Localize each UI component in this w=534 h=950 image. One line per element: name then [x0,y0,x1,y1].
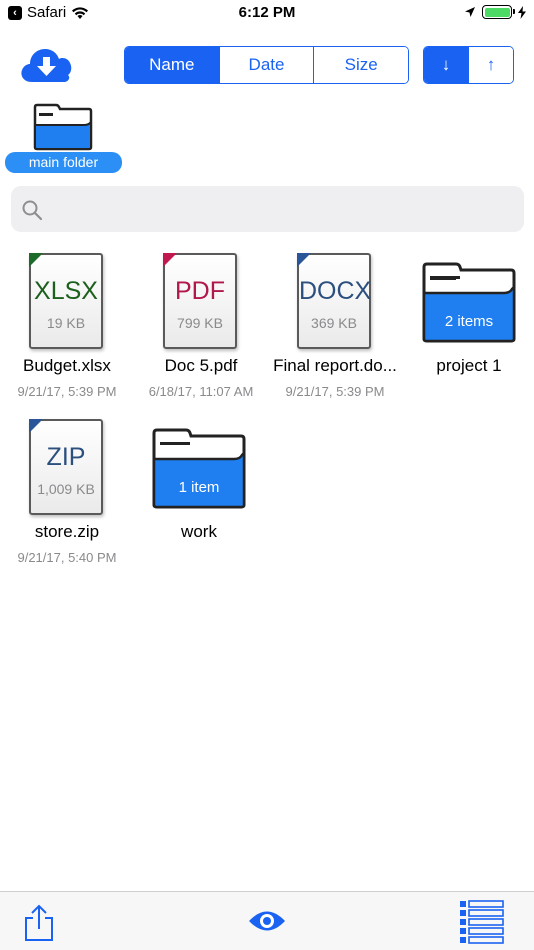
folder-thumbnail: 2 items [402,253,534,353]
location-arrow-icon [465,7,475,17]
cloud-download-button[interactable] [18,44,74,86]
cloud-download-icon [21,49,72,82]
battery-icon [482,5,515,19]
breadcrumb-folder-icon[interactable] [32,103,94,151]
file-ext: XLSX [34,277,98,305]
folder-item-count: 1 item [178,479,220,496]
file-item-final-report[interactable]: DOCX 369 KB Final report.do... 9/21/17, … [268,253,402,413]
list-view-icon[interactable] [458,900,506,944]
file-ext: ZIP [46,443,86,471]
folder-item-count: 2 items [444,313,494,330]
file-thumbnail: XLSX 19 KB [0,253,134,353]
status-bar: ‹ Safari 6:12 PM [0,0,534,28]
folder-icon [152,428,246,509]
folder-item-project-1[interactable]: 2 items project 1 [402,253,534,413]
zip-file-icon: ZIP 1,009 KB [29,419,103,515]
xlsx-file-icon: XLSX 19 KB [29,253,103,349]
file-item-doc5[interactable]: PDF 799 KB Doc 5.pdf 6/18/17, 11:07 AM [134,253,268,413]
file-name: Budget.xlsx [23,356,111,375]
status-right [464,5,526,19]
search-bar [11,186,524,232]
sort-segmented-control: Name Date Size [124,46,409,84]
docx-file-icon: DOCX 369 KB [297,253,371,349]
sort-descending-button[interactable]: ↓ [424,47,469,83]
folder-thumbnail: 1 item [132,419,266,519]
file-item-budget[interactable]: XLSX 19 KB Budget.xlsx 9/21/17, 5:39 PM [0,253,134,413]
file-date: 9/21/17, 5:39 PM [17,384,117,399]
charging-bolt-icon [518,5,526,19]
file-date: 9/21/17, 5:40 PM [17,550,117,565]
folder-name: work [181,522,217,541]
sort-by-name[interactable]: Name [125,47,220,83]
search-icon [22,200,43,221]
eye-icon[interactable] [248,908,286,934]
sort-by-date[interactable]: Date [219,47,315,83]
file-size: 369 KB [311,315,357,331]
pdf-file-icon: PDF 799 KB [163,253,237,349]
file-date: 6/18/17, 11:07 AM [148,384,254,399]
breadcrumb-current-folder[interactable]: main folder [5,152,122,173]
share-icon[interactable] [22,904,56,942]
file-name: Final report.do... [273,356,397,375]
status-time: 6:12 PM [238,4,296,21]
bottom-toolbar [0,891,534,950]
file-thumbnail: DOCX 369 KB [268,253,402,353]
search-input[interactable] [51,186,511,232]
file-thumbnail: ZIP 1,009 KB [0,419,134,519]
sort-ascending-button[interactable]: ↑ [469,47,513,83]
file-ext: DOCX [299,277,372,305]
file-item-store[interactable]: ZIP 1,009 KB store.zip 9/21/17, 5:40 PM [0,419,134,579]
file-thumbnail: PDF 799 KB [134,253,268,353]
file-size: 19 KB [46,315,86,331]
file-size: 799 KB [177,315,223,331]
file-size: 1,009 KB [37,481,95,497]
file-name: store.zip [34,522,100,541]
order-segmented-control: ↓ ↑ [423,46,514,84]
file-name: Doc 5.pdf [164,356,238,375]
folder-name: project 1 [436,356,502,375]
file-date: 9/21/17, 5:39 PM [285,384,385,399]
folder-icon [422,262,516,343]
file-ext: PDF [175,277,225,305]
folder-item-work[interactable]: 1 item work [132,419,266,579]
sort-by-size[interactable]: Size [314,47,408,83]
